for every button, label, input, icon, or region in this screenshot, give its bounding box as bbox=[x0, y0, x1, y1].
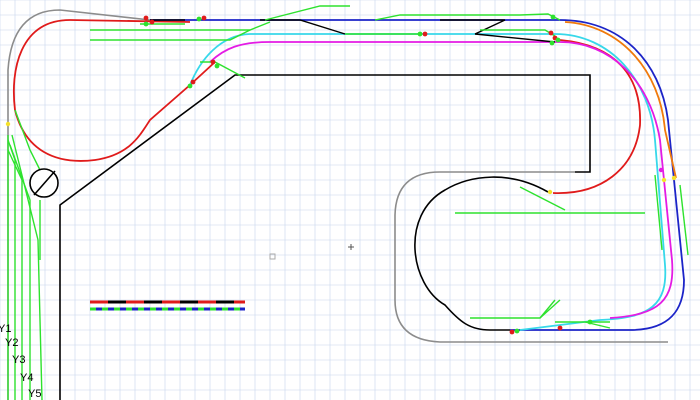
red-track-loop bbox=[12, 19, 216, 162]
orange-track bbox=[564, 21, 677, 179]
yard-label-y1: Y1 bbox=[0, 323, 11, 335]
siding-left-2 bbox=[90, 29, 251, 41]
signal-yellow[interactable] bbox=[661, 177, 667, 183]
layout-boundary bbox=[7, 9, 668, 400]
signal-green[interactable] bbox=[555, 37, 561, 43]
signal-red[interactable] bbox=[143, 15, 149, 21]
track-key bbox=[90, 300, 245, 311]
signal-red[interactable] bbox=[190, 79, 196, 85]
red-track-return bbox=[552, 39, 641, 194]
signal-green[interactable] bbox=[549, 40, 555, 46]
cyan-line bbox=[189, 33, 667, 331]
orange-line bbox=[564, 21, 677, 179]
yard-label-y2: Y2 bbox=[5, 337, 18, 349]
yard-label-y4: Y4 bbox=[20, 372, 33, 384]
yard-label-y5: Y5 bbox=[28, 388, 41, 400]
signal-red[interactable] bbox=[422, 31, 428, 37]
crossovers bbox=[150, 19, 556, 43]
track-layout-canvas[interactable]: Y1 Y2 Y3 Y4 Y5 bbox=[0, 0, 700, 400]
signal-green[interactable] bbox=[196, 16, 202, 22]
blue-line bbox=[150, 19, 685, 331]
background-grid bbox=[0, 0, 700, 400]
red-mainline bbox=[12, 19, 641, 194]
signal-green[interactable] bbox=[514, 328, 520, 334]
signal-green[interactable] bbox=[587, 319, 593, 325]
signal-red[interactable] bbox=[548, 30, 554, 36]
signal-red[interactable] bbox=[210, 59, 216, 65]
crossover-3 bbox=[474, 33, 556, 43]
siding-top-1 bbox=[264, 5, 350, 21]
signal-magenta[interactable] bbox=[658, 167, 664, 173]
signal-red[interactable] bbox=[201, 15, 207, 21]
signals[interactable] bbox=[5, 14, 677, 335]
signal-green[interactable] bbox=[143, 21, 149, 27]
signal-red[interactable] bbox=[149, 19, 155, 25]
signal-red[interactable] bbox=[509, 329, 515, 335]
signal-green[interactable] bbox=[550, 14, 556, 20]
center-marker bbox=[269, 244, 354, 260]
turntable[interactable] bbox=[29, 168, 59, 198]
signal-yellow[interactable] bbox=[671, 175, 677, 181]
yard-label-y3: Y3 bbox=[12, 354, 25, 366]
baseboard-outline bbox=[59, 74, 591, 400]
cyan-track bbox=[189, 33, 667, 331]
signal-green[interactable] bbox=[187, 83, 193, 89]
yard-labels: Y1 Y2 Y3 Y4 Y5 bbox=[0, 323, 41, 400]
signal-red[interactable] bbox=[557, 325, 563, 331]
siding-return-2 bbox=[519, 186, 566, 211]
signal-green[interactable] bbox=[417, 31, 423, 37]
signal-yellow[interactable] bbox=[547, 189, 553, 195]
crossover-1 bbox=[260, 19, 346, 35]
signal-yellow[interactable] bbox=[5, 121, 11, 127]
baseboard-edge bbox=[59, 74, 591, 400]
signal-green[interactable] bbox=[214, 63, 220, 69]
